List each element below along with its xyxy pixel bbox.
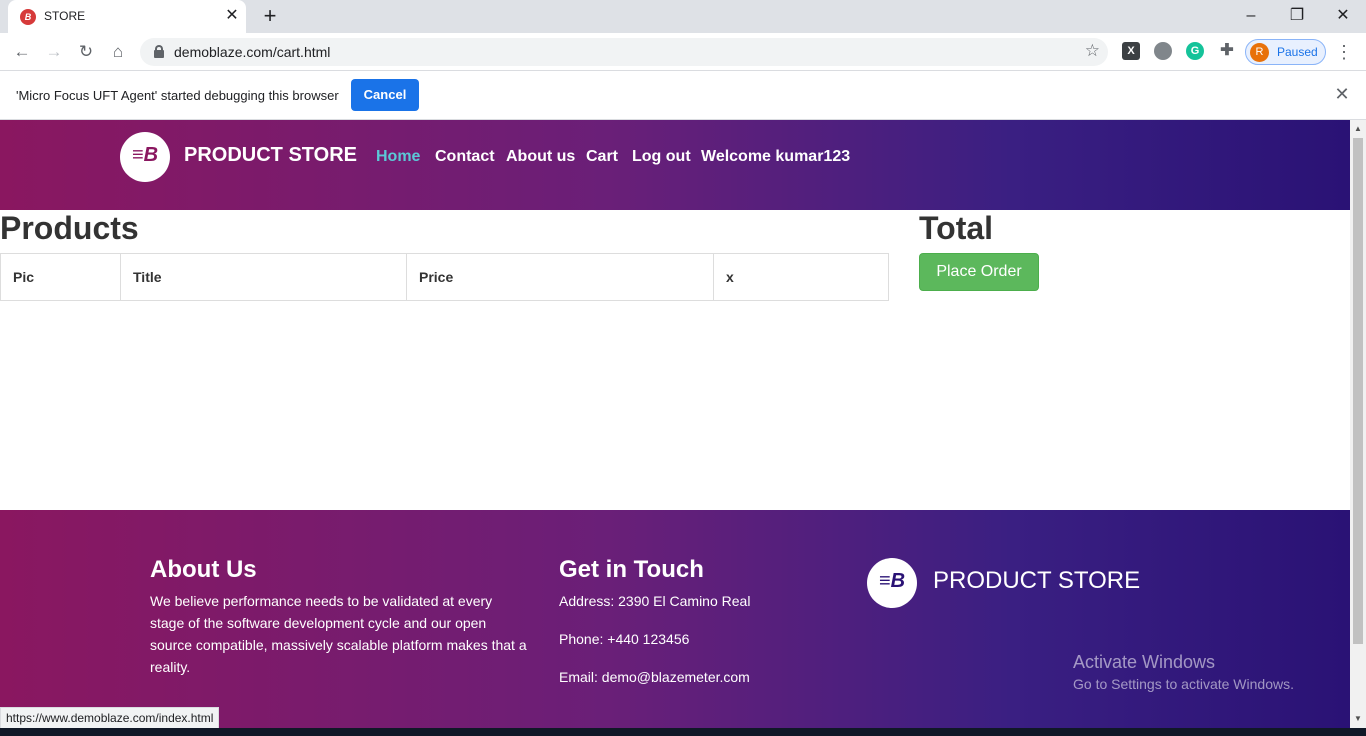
restore-icon[interactable]: ❐ <box>1285 4 1309 28</box>
column-header-pic: Pic <box>0 253 121 301</box>
column-header-delete: x <box>713 253 889 301</box>
footer-logo-icon: ≡B <box>867 558 917 608</box>
profile-status: Paused <box>1277 45 1318 59</box>
url-text: demoblaze.com/cart.html <box>174 44 331 60</box>
minimize-icon[interactable]: – <box>1239 4 1263 28</box>
nav-cart[interactable]: Cart <box>586 148 618 166</box>
extension-x-icon[interactable]: X <box>1122 42 1140 60</box>
activate-windows-title: Activate Windows <box>1073 652 1216 672</box>
close-infobar-icon[interactable]: ✕ <box>1333 85 1351 103</box>
store-favicon-icon: B <box>20 9 36 25</box>
extensions-puzzle-icon[interactable]: ✚ <box>1218 42 1236 60</box>
close-tab-icon[interactable]: ✕ <box>224 8 240 24</box>
tab-title: STORE <box>44 9 86 23</box>
new-tab-button[interactable]: + <box>258 5 282 29</box>
column-header-title: Title <box>120 253 407 301</box>
grammarly-icon[interactable]: G <box>1186 42 1204 60</box>
scroll-down-icon[interactable]: ▼ <box>1353 714 1363 724</box>
scroll-thumb[interactable] <box>1353 138 1363 644</box>
address-text: Address: 2390 El Camino Real <box>559 593 751 609</box>
avatar: R <box>1250 43 1269 62</box>
profile-button[interactable]: R Paused <box>1245 39 1326 65</box>
brand-name[interactable]: PRODUCT STORE <box>184 144 357 167</box>
products-heading: Products <box>0 210 139 246</box>
windows-taskbar <box>0 728 1366 736</box>
close-window-icon[interactable]: ✕ <box>1331 4 1355 28</box>
nav-home[interactable]: Home <box>376 148 420 166</box>
get-in-touch-heading: Get in Touch <box>559 556 704 583</box>
cart-table: Pic Title Price x <box>0 253 889 301</box>
about-us-text: We believe performance needs to be valid… <box>150 593 527 675</box>
phone-text: Phone: +440 123456 <box>559 631 690 647</box>
browser-toolbar: ← → ↻ ⌂ demoblaze.com/cart.html ☆ X G ✚ … <box>0 33 1366 71</box>
table-header-row: Pic Title Price x <box>0 253 889 301</box>
total-heading: Total <box>919 210 994 246</box>
footer-brand-name: PRODUCT STORE <box>933 567 1141 594</box>
cancel-debug-button[interactable]: Cancel <box>351 79 419 111</box>
bookmark-star-icon[interactable]: ☆ <box>1085 41 1100 61</box>
brand-logo-icon[interactable]: ≡B <box>120 132 170 182</box>
reload-icon[interactable]: ↻ <box>74 40 98 64</box>
email-text: Email: demo@blazemeter.com <box>559 669 750 685</box>
place-order-button[interactable]: Place Order <box>919 253 1039 291</box>
status-url-bubble: https://www.demoblaze.com/index.html <box>0 707 220 729</box>
nav-about-us[interactable]: About us <box>506 148 575 166</box>
nav-contact[interactable]: Contact <box>435 148 495 166</box>
nav-welcome-user[interactable]: Welcome kumar123 <box>701 148 850 166</box>
page-viewport: ≡B PRODUCT STORE Home Contact About us C… <box>0 120 1350 728</box>
column-header-price: Price <box>406 253 714 301</box>
scroll-up-icon[interactable]: ▲ <box>1353 124 1363 134</box>
tab-strip: B STORE ✕ + – ❐ ✕ <box>0 0 1366 33</box>
activate-windows-subtitle: Go to Settings to activate Windows. <box>1073 676 1294 692</box>
about-us-heading: About Us <box>150 556 257 583</box>
debug-infobar: 'Micro Focus UFT Agent' started debuggin… <box>0 71 1366 120</box>
extension-circle-icon[interactable] <box>1154 42 1172 60</box>
browser-menu-icon[interactable]: ⋮ <box>1334 40 1354 64</box>
browser-tab[interactable]: B STORE ✕ <box>8 0 246 33</box>
infobar-message: 'Micro Focus UFT Agent' started debuggin… <box>16 88 339 103</box>
back-icon[interactable]: ← <box>10 40 34 64</box>
address-bar[interactable]: demoblaze.com/cart.html ☆ <box>140 38 1108 66</box>
home-icon[interactable]: ⌂ <box>106 40 130 64</box>
page-scrollbar[interactable]: ▲ ▼ <box>1350 120 1366 728</box>
forward-icon[interactable]: → <box>42 40 66 64</box>
site-footer: About Us We believe performance needs to… <box>0 510 1350 728</box>
site-navbar: ≡B PRODUCT STORE Home Contact About us C… <box>0 120 1350 210</box>
nav-log-out[interactable]: Log out <box>632 148 691 166</box>
lock-icon <box>154 45 164 58</box>
